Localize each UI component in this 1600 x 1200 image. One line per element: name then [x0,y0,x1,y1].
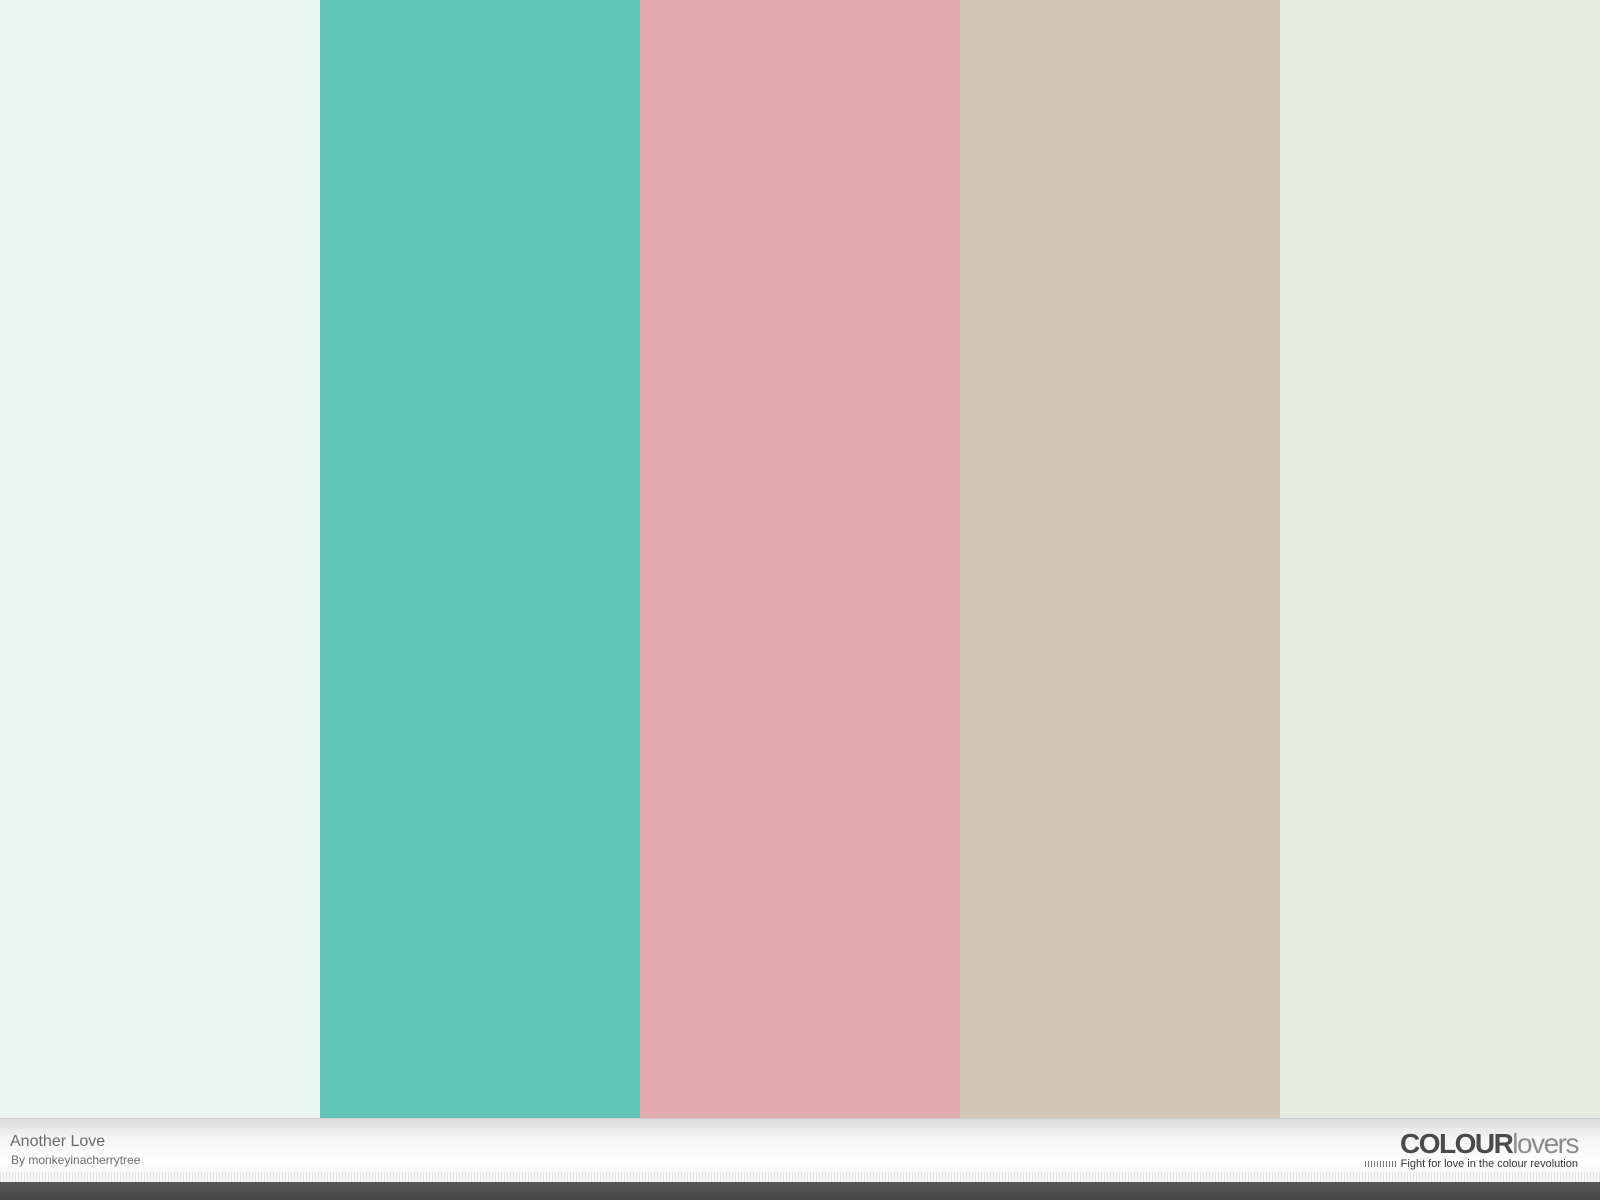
color-swatch-5[interactable] [1280,0,1600,1118]
palette-author[interactable]: By monkeyinacherrytree [11,1153,140,1167]
brand-tagline-row: Fight for love in the colour revolution [1364,1158,1578,1170]
color-swatch-1[interactable] [0,0,320,1118]
brand-tagline: Fight for love in the colour revolution [1400,1158,1578,1170]
palette-footer: Another Love By monkeyinacherrytree COLO… [0,1118,1600,1182]
bottom-bar [0,1182,1600,1200]
dotted-line-icon [1364,1161,1397,1167]
brand-wordmark: COLOURlovers [1365,1128,1580,1159]
colourlovers-logo[interactable]: COLOURlovers Fight for love in the colou… [1364,1128,1580,1170]
color-swatch-3[interactable] [640,0,960,1118]
color-swatch-4[interactable] [960,0,1280,1118]
palette-title[interactable]: Another Love [10,1133,105,1151]
color-swatch-2[interactable] [320,0,640,1118]
palette-page: Another Love By monkeyinacherrytree COLO… [0,0,1600,1200]
swatch-strip [0,0,1600,1118]
brand-wordmark-bold: COLOUR [1399,1128,1514,1159]
footer-stripe-pattern [0,1172,1600,1182]
brand-wordmark-light: lovers [1512,1128,1579,1159]
